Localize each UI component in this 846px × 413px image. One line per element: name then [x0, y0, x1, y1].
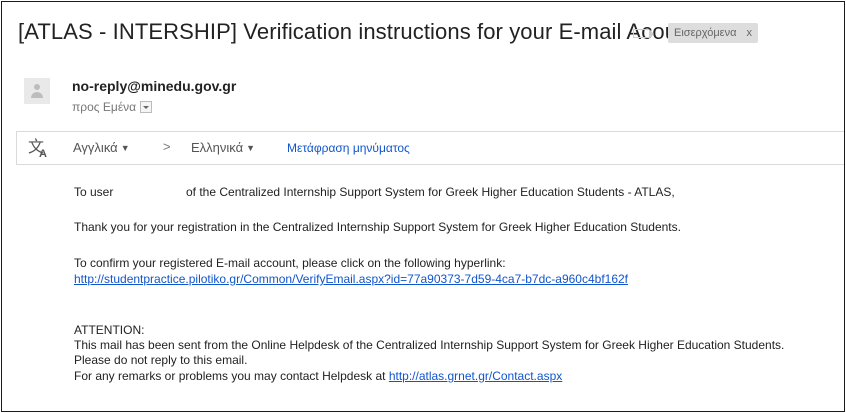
chevron-down-icon: ▼ — [246, 143, 256, 153]
translate-icon: 文A — [28, 139, 47, 160]
contact-helpdesk-link[interactable]: http://atlas.grnet.gr/Contact.aspx — [389, 369, 562, 383]
target-language-label: Ελληνικά — [191, 140, 244, 155]
inbox-label-text: Εισερχόμενα — [674, 27, 737, 39]
notice-line: This mail has been sent from the Online … — [74, 338, 785, 352]
greeting-line: To user of the Centralized Internship Su… — [74, 185, 675, 199]
show-details-dropdown[interactable] — [140, 101, 153, 113]
email-view: [ATLAS - INTERSHIP] Verification instruc… — [1, 1, 845, 412]
recipient-text: προς Εμένα — [72, 100, 137, 114]
contact-prefix: For any remarks or problems you may cont… — [74, 369, 386, 383]
email-subject: [ATLAS - INTERSHIP] Verification instruc… — [18, 19, 696, 44]
translate-message-link[interactable]: Μετάφραση μηνύματος — [287, 141, 410, 155]
translate-bar: 文A Αγγλικά ▼ > Ελληνικά ▼ Μετάφραση μηνύμα… — [16, 131, 844, 165]
label-outline-icon[interactable] — [633, 29, 654, 39]
attention-line: ATTENTION: — [74, 323, 145, 337]
contact-line: For any remarks or problems you may cont… — [74, 369, 562, 383]
confirm-line: To confirm your registered E-mail accoun… — [74, 256, 506, 270]
source-language-dropdown[interactable]: Αγγλικά ▼ — [73, 140, 130, 155]
recipient-line: προς Εμένα — [72, 100, 153, 114]
greeting-rest: of the Centralized Internship Support Sy… — [186, 185, 675, 199]
no-reply-line: Please do not reply to this email. — [74, 353, 248, 367]
remove-label-icon[interactable]: x — [746, 27, 752, 39]
greeting-to: To user — [74, 185, 114, 199]
thanks-line: Thank you for your registration in the C… — [74, 220, 681, 234]
chevron-down-icon: ▼ — [120, 143, 130, 153]
target-language-dropdown[interactable]: Ελληνικά ▼ — [191, 140, 255, 155]
default-person-icon — [24, 78, 50, 104]
arrow-right-icon: > — [163, 139, 171, 154]
verify-email-link[interactable]: http://studentpractice.pilotiko.gr/Commo… — [74, 272, 628, 286]
verify-line: http://studentpractice.pilotiko.gr/Commo… — [74, 272, 628, 286]
inbox-label-badge[interactable]: Εισερχόμενα x — [668, 23, 758, 43]
sender-email[interactable]: no-reply@minedu.gov.gr — [72, 78, 236, 94]
source-language-label: Αγγλικά — [73, 140, 118, 155]
